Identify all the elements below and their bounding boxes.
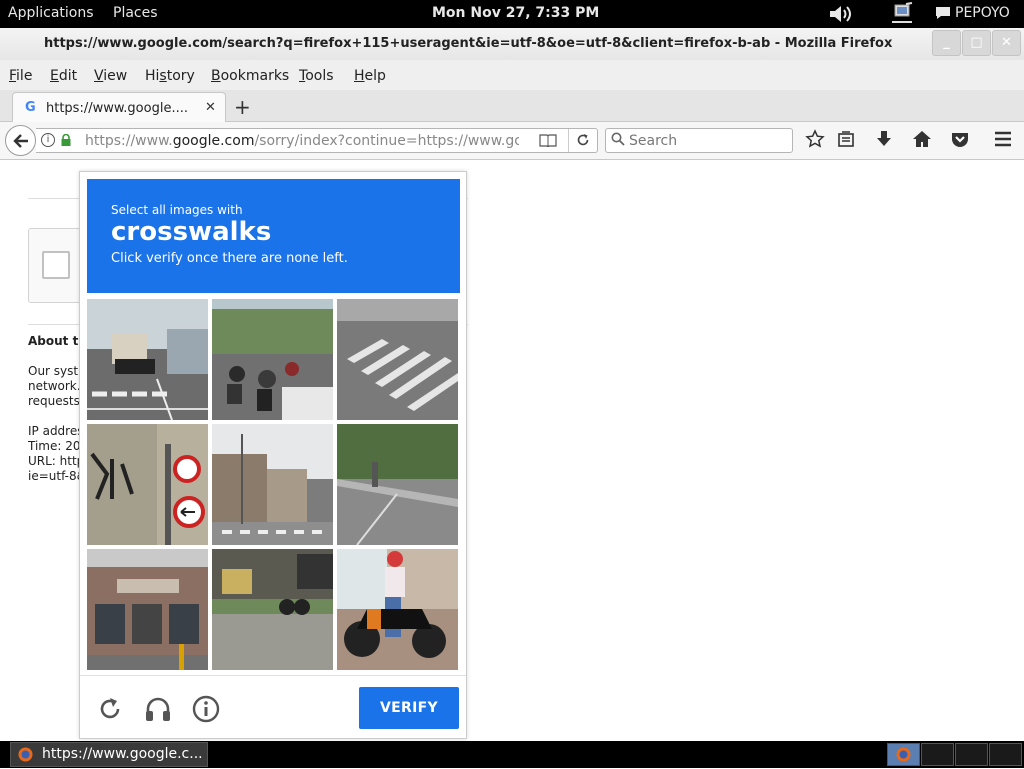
verify-button[interactable]: VERIFY [359, 687, 459, 729]
menu-bookmarks-mnemonic: B [211, 68, 221, 84]
download-icon[interactable] [873, 129, 895, 149]
challenge-header: Select all images with crosswalks Click … [87, 179, 460, 293]
page-text-line: ie=utf-8& [28, 469, 86, 483]
tab-title: https://www.google.... [46, 101, 188, 116]
captcha-tile-1[interactable] [87, 299, 208, 420]
page-text-line: network. [28, 379, 81, 393]
firefox-icon [896, 747, 911, 762]
url-text[interactable]: https://www.google.com/sorry/index?conti… [85, 133, 519, 149]
tab-close-icon[interactable]: ✕ [205, 100, 216, 115]
firefox-icon [18, 747, 33, 762]
menu-edit[interactable]: Edit [50, 68, 77, 84]
captcha-tile-8[interactable] [212, 549, 333, 670]
search-input[interactable] [629, 132, 789, 150]
bookmark-star-icon[interactable] [804, 129, 826, 149]
clock[interactable]: Mon Nov 27, 7:33 PM [432, 5, 599, 21]
search-bar[interactable] [605, 128, 793, 153]
menu-bookmarks[interactable]: Bookmarks [211, 68, 289, 84]
page-text-line: Our syst [28, 364, 79, 378]
reload-challenge-icon[interactable] [95, 694, 125, 724]
tab-google[interactable]: G https://www.google.... ✕ [12, 92, 226, 123]
google-favicon-icon: G [25, 100, 36, 115]
reload-icon [577, 134, 588, 146]
navigation-toolbar: i https://www.google.com/sorry/index?con… [0, 122, 1024, 160]
audio-challenge-icon[interactable] [143, 694, 173, 724]
user-menu[interactable]: PEPOYO [955, 5, 1010, 21]
menu-help-mnemonic: H [354, 68, 365, 84]
challenge-instruction: Select all images with [111, 203, 243, 217]
library-icon[interactable] [835, 129, 857, 149]
captcha-tile-3[interactable] [337, 299, 458, 420]
menu-bar: File Edit View History Bookmarks Tools H… [0, 60, 1024, 90]
challenge-target-word: crosswalks [111, 217, 272, 247]
places-menu[interactable]: Places [113, 5, 158, 21]
menu-file-mnemonic: F [9, 68, 17, 84]
captcha-tile-7[interactable] [87, 549, 208, 670]
back-button[interactable] [5, 125, 36, 156]
menu-tools-mnemonic: T [299, 68, 306, 84]
network-icon[interactable] [892, 2, 914, 28]
captcha-tile-5[interactable] [212, 424, 333, 545]
reader-view-icon[interactable] [539, 133, 557, 147]
url-host: google.com [172, 133, 255, 149]
page-text-line: Time: 20 [28, 439, 81, 453]
page-content: About th Our syst network. requests IP a… [0, 161, 1024, 741]
home-icon[interactable] [911, 129, 933, 149]
recaptcha-checkbox[interactable] [42, 251, 70, 279]
hamburger-menu-icon[interactable] [992, 129, 1014, 149]
chat-icon[interactable] [935, 6, 951, 24]
workspace-2[interactable] [921, 743, 954, 766]
menu-view-mnemonic: V [94, 68, 104, 84]
menu-history-mnemonic: s [159, 68, 167, 84]
page-text-line: URL: http [28, 454, 85, 468]
site-info-icon[interactable]: i [41, 133, 55, 147]
minimize-button[interactable]: _ [932, 30, 961, 56]
captcha-tile-6[interactable] [337, 424, 458, 545]
menu-edit-mnemonic: E [50, 68, 59, 84]
challenge-hint: Click verify once there are none left. [111, 251, 348, 266]
url-path: /sorry/index?continue=https://www.goog [254, 133, 519, 149]
search-icon [611, 132, 625, 146]
menu-help[interactable]: Help [354, 68, 386, 84]
captcha-tile-4[interactable] [87, 424, 208, 545]
back-arrow-icon [12, 134, 28, 148]
taskbar-window-item[interactable]: https://www.google.c... [10, 742, 208, 767]
url-prefix: https://www. [85, 133, 173, 149]
maximize-button[interactable]: □ [962, 30, 991, 56]
url-bar[interactable]: i https://www.google.com/sorry/index?con… [36, 128, 598, 153]
applications-menu[interactable]: Applications [8, 5, 94, 21]
tab-strip: G https://www.google.... ✕ + [0, 90, 1024, 123]
page-text-line: requests [28, 394, 80, 408]
workspace-4[interactable] [989, 743, 1022, 766]
bottom-taskbar: https://www.google.c... [0, 741, 1024, 768]
captcha-challenge-dialog: Select all images with crosswalks Click … [79, 171, 467, 739]
menu-history[interactable]: History [145, 68, 195, 84]
menu-view[interactable]: View [94, 68, 127, 84]
window-title-bar[interactable]: https://www.google.com/search?q=firefox+… [0, 28, 1024, 60]
lock-icon[interactable] [61, 134, 71, 146]
menu-tools[interactable]: Tools [299, 68, 334, 84]
workspace-3[interactable] [955, 743, 988, 766]
gnome-top-bar: Applications Places Mon Nov 27, 7:33 PM … [0, 0, 1024, 28]
menu-file[interactable]: File [9, 68, 32, 84]
window-title: https://www.google.com/search?q=firefox+… [44, 36, 893, 51]
pocket-icon[interactable] [949, 129, 971, 149]
challenge-footer-divider [80, 675, 466, 676]
captcha-tile-2[interactable] [212, 299, 333, 420]
close-window-button[interactable]: ✕ [992, 30, 1021, 56]
info-icon[interactable] [191, 694, 221, 724]
reload-button[interactable] [568, 129, 596, 152]
captcha-tile-9[interactable] [337, 549, 458, 670]
taskbar-window-label: https://www.google.c... [42, 746, 203, 762]
volume-icon[interactable] [828, 3, 854, 29]
new-tab-button[interactable]: + [234, 95, 251, 119]
workspace-1[interactable] [887, 743, 920, 766]
page-text-line: IP addres [28, 424, 84, 438]
